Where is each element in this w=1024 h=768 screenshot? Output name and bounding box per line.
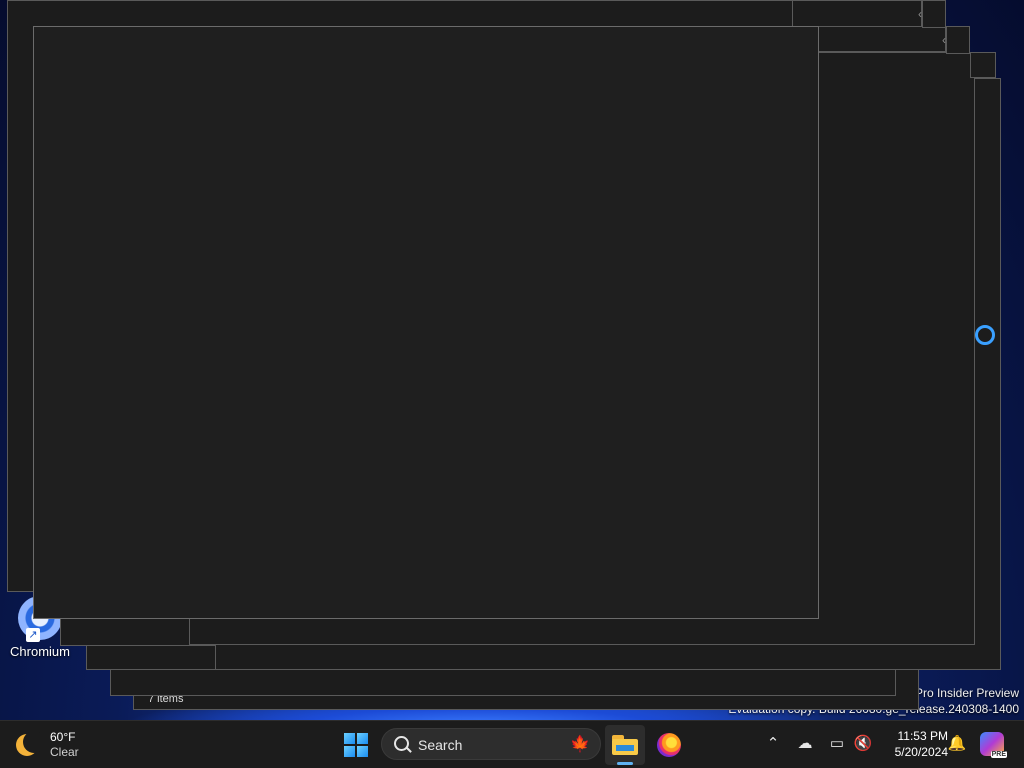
moon-icon xyxy=(16,731,45,756)
search-box[interactable]: Search 🍁 xyxy=(381,728,601,760)
chevron-up-icon[interactable]: ⌃ xyxy=(762,733,784,755)
desktop: ↗ Chromium Windows 11 Pro Insider Previe… xyxy=(0,0,1024,720)
shortcut-arrow-icon: ↗ xyxy=(26,628,40,642)
clock[interactable]: 11:53 PM 5/20/2024 xyxy=(880,728,948,760)
onedrive-offline-icon[interactable]: ☁ xyxy=(794,733,816,755)
taskbar: 60°F Clear Search 🍁 ⌃ ☁ ▭ 🔇 11:53 PM 5/2… xyxy=(0,720,1024,768)
weather-widget[interactable]: 60°F Clear xyxy=(16,729,79,761)
file-explorer-icon xyxy=(612,735,638,755)
active-app-indicator xyxy=(617,762,633,765)
loading-cursor-icon xyxy=(975,325,995,345)
volume-muted-icon[interactable]: 🔇 xyxy=(852,733,874,755)
clock-time: 11:53 PM xyxy=(897,729,948,743)
window-edge-stub-1 xyxy=(922,0,946,28)
taskbar-app-firefox[interactable] xyxy=(649,725,689,765)
search-highlight-icon: 🍁 xyxy=(570,736,590,753)
window-titlebar-stub-2[interactable]: ‹ xyxy=(818,26,946,52)
search-label: Search xyxy=(418,737,463,753)
foreground-window[interactable] xyxy=(33,26,819,619)
copilot-preview-badge: PRE xyxy=(990,751,1007,758)
weather-condition: Clear xyxy=(50,745,79,759)
desktop-icon-label: Chromium xyxy=(10,644,70,659)
taskbar-app-file-explorer[interactable] xyxy=(605,725,645,765)
search-icon xyxy=(394,736,409,751)
firefox-icon xyxy=(657,733,681,757)
window-titlebar-stub-1[interactable]: ‹ xyxy=(792,0,922,28)
window-edge-stub-3 xyxy=(970,52,996,78)
copilot-button[interactable]: PRE xyxy=(980,732,1007,758)
network-icon[interactable]: ▭ xyxy=(826,733,848,755)
start-button[interactable] xyxy=(336,725,376,765)
windows-logo-icon xyxy=(344,733,368,757)
weather-temperature: 60°F xyxy=(50,730,76,744)
clock-date: 5/20/2024 xyxy=(894,745,948,759)
notification-bell-icon[interactable]: 🔔 xyxy=(946,733,968,755)
window-edge-stub-2 xyxy=(946,26,970,54)
